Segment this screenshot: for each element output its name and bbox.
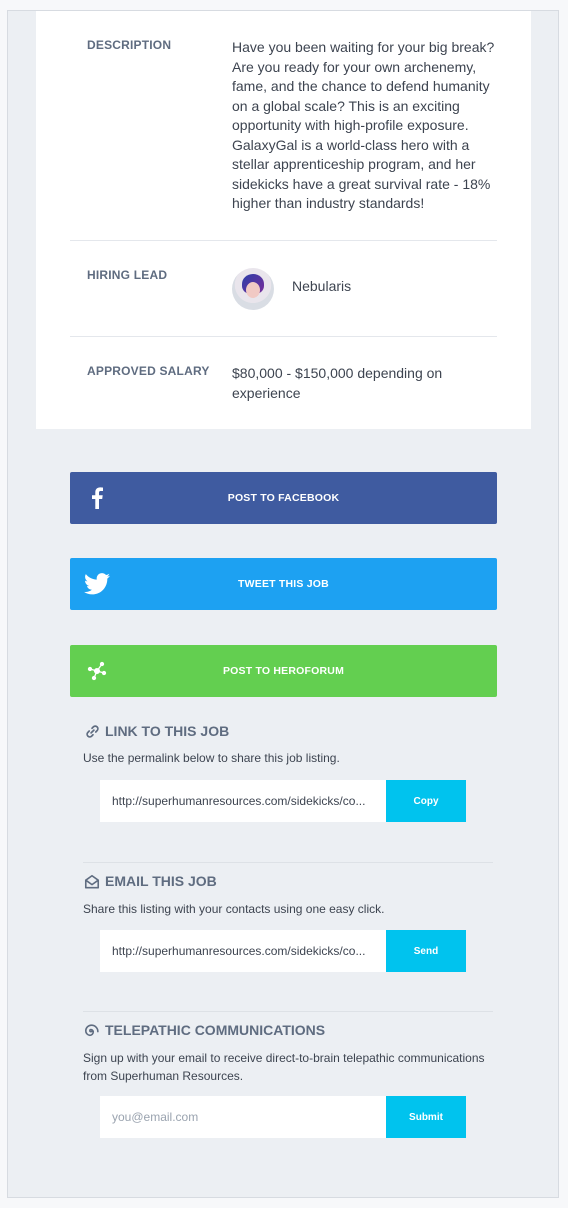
- email-field-group: Send: [100, 930, 467, 972]
- telepathic-field-group: Submit: [100, 1096, 467, 1138]
- divider: [70, 336, 497, 337]
- telepathic-section-description: Sign up with your email to receive direc…: [83, 1051, 485, 1083]
- submit-button[interactable]: Submit: [386, 1096, 466, 1138]
- send-button[interactable]: Send: [386, 930, 466, 972]
- page-frame: DESCRIPTION Have you been waiting for yo…: [7, 10, 559, 1198]
- avatar[interactable]: [232, 268, 274, 310]
- hiring-lead-name[interactable]: Nebularis: [292, 278, 351, 294]
- email-section-heading: EMAIL THIS JOB: [105, 873, 217, 889]
- email-section-description: Share this listing with your contacts us…: [83, 902, 385, 916]
- twitter-bird-icon: [84, 571, 110, 597]
- telepathic-section-heading: TELEPATHIC COMMUNICATIONS: [105, 1022, 326, 1038]
- hiring-lead-label: HIRING LEAD: [87, 268, 168, 282]
- email-link-input[interactable]: [100, 930, 386, 972]
- section-divider: [83, 862, 493, 863]
- tweet-this-job-button[interactable]: TWEET THIS JOB: [70, 558, 497, 610]
- description-label: DESCRIPTION: [87, 38, 172, 52]
- email-section-title: EMAIL THIS JOB: [84, 873, 217, 889]
- link-section-title: LINK TO THIS JOB: [84, 723, 229, 739]
- link-section-heading: LINK TO THIS JOB: [105, 723, 230, 739]
- link-icon: [84, 723, 100, 739]
- divider: [70, 240, 497, 241]
- hiring-lead-row: HIRING LEAD Nebularis: [70, 268, 497, 318]
- job-details-card: DESCRIPTION Have you been waiting for yo…: [36, 11, 531, 429]
- description-text: Have you been waiting for your big break…: [232, 39, 495, 211]
- copy-button[interactable]: Copy: [386, 780, 466, 822]
- email-input[interactable]: [100, 1096, 386, 1138]
- facebook-icon: [84, 485, 110, 511]
- permalink-field-group: Copy: [100, 780, 467, 822]
- twitter-label: TWEET THIS JOB: [238, 578, 329, 590]
- spiral-icon: [84, 1022, 100, 1038]
- section-divider: [83, 1011, 493, 1012]
- network-nodes-icon: [84, 658, 110, 684]
- salary-label: APPROVED SALARY: [87, 364, 210, 378]
- post-to-heroforum-button[interactable]: POST TO HEROFORUM: [70, 645, 497, 697]
- telepathic-section-title: TELEPATHIC COMMUNICATIONS: [84, 1022, 325, 1038]
- description-row: DESCRIPTION Have you been waiting for yo…: [70, 38, 497, 228]
- heroforum-label: POST TO HEROFORUM: [222, 665, 345, 677]
- salary-text: $80,000 - $150,000 depending on experien…: [232, 365, 443, 401]
- facebook-label: POST TO FACEBOOK: [227, 492, 340, 504]
- permalink-input[interactable]: [100, 780, 386, 822]
- post-to-facebook-button[interactable]: POST TO FACEBOOK: [70, 472, 497, 524]
- link-section-description: Use the permalink below to share this jo…: [83, 751, 340, 765]
- salary-row: APPROVED SALARY $80,000 - $150,000 depen…: [70, 364, 497, 414]
- envelope-icon: [84, 873, 100, 889]
